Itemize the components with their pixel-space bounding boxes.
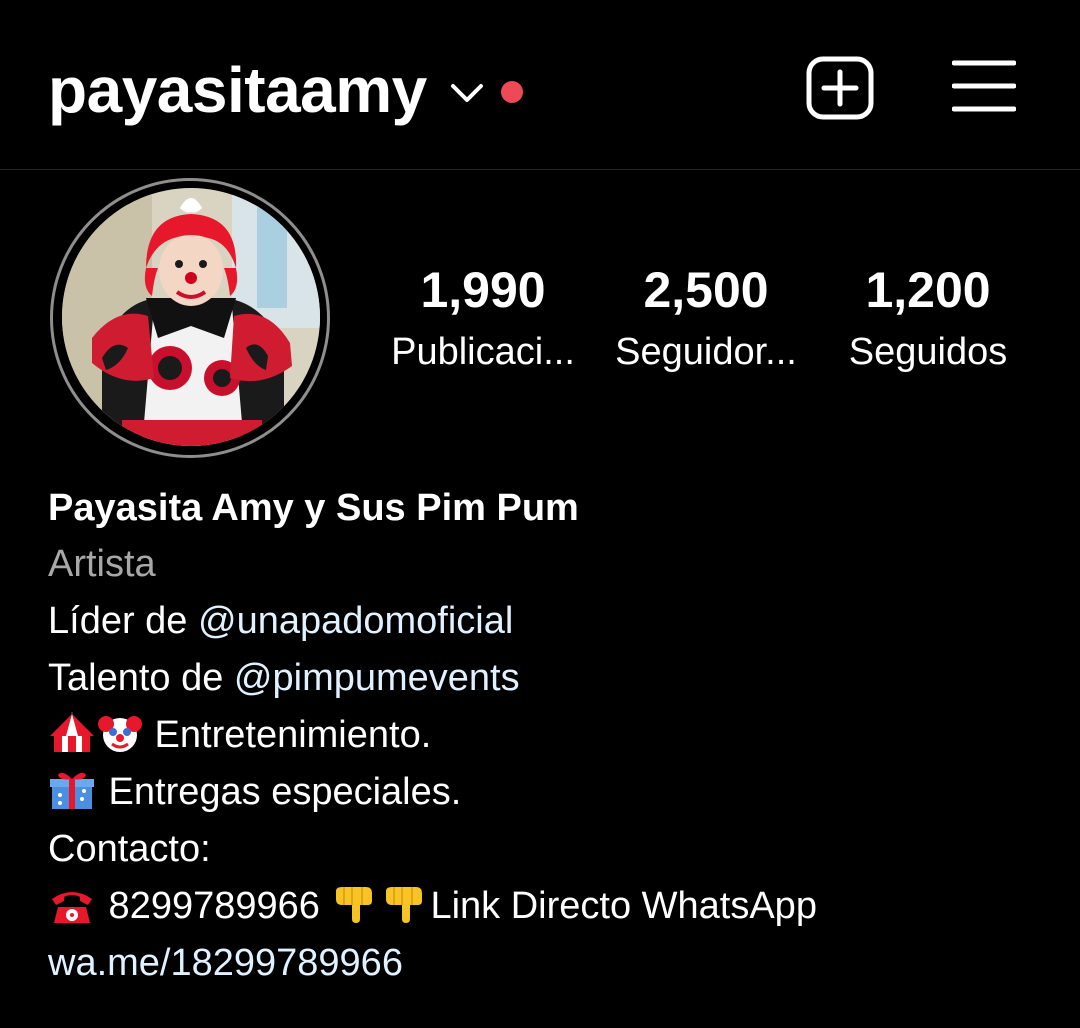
mention-unapadomoficial[interactable]: @unapadomoficial [198,600,513,642]
telephone-icon [52,892,92,923]
stat-followers[interactable]: 2,500 Seguidor... [606,258,806,382]
phone-number: 8299789966 [98,885,331,927]
display-name: Payasita Amy y Sus Pim Pum [48,487,579,529]
bio-text: Link Directo WhatsApp [430,885,817,927]
pointing-down-icon [336,887,373,923]
followers-label: Seguidor... [615,331,797,373]
bio-text: Entregas especiales. [98,771,462,813]
clown-face-icon [98,716,142,752]
pointing-down-icon [386,887,423,923]
posts-label: Publicaci... [391,331,575,373]
profile-category: Artista [48,543,156,585]
bio-line-talent: Talento de @pimpumevents [48,650,1048,707]
profile-bio: Payasita Amy y Sus Pim Pum Artista Líder… [48,480,1048,992]
circus-tent-icon [50,712,94,752]
bio-text: Líder de [48,600,198,642]
following-label: Seguidos [848,331,1008,373]
stat-following[interactable]: 1,200 Seguidos [830,258,1026,382]
bio-line-leader: Líder de @unapadomoficial [48,593,1048,650]
posts-count: 1,990 [420,262,546,318]
stat-posts[interactable]: 1,990 Publicaci... [380,258,586,382]
following-count: 1,200 [865,262,991,318]
account-switcher[interactable]: payasitaamy [48,52,523,128]
notification-dot [500,81,523,103]
followers-count: 2,500 [643,262,769,318]
top-bar: payasitaamy [0,0,1080,170]
avatar-image [62,188,320,446]
avatar[interactable] [62,188,320,446]
chevron-down-icon [450,84,483,102]
username: payasitaamy [48,54,427,126]
bio-text: Talento de [48,657,234,699]
bio-line-phone: 8299789966 Link Directo WhatsApp [48,878,1048,935]
mention-pimpumevents[interactable]: @pimpumevents [234,657,520,699]
bio-line-contact: Contacto: [48,828,211,870]
hamburger-menu-icon[interactable] [952,58,1016,114]
bio-line-deliveries: Entregas especiales. [48,764,1048,821]
bio-text: Entretenimiento. [144,714,432,756]
gift-icon [50,772,94,809]
bio-line-entertainment: Entretenimiento. [48,707,1048,764]
plus-square-icon[interactable] [806,56,874,120]
external-link[interactable]: wa.me/18299789966 [48,935,1048,992]
